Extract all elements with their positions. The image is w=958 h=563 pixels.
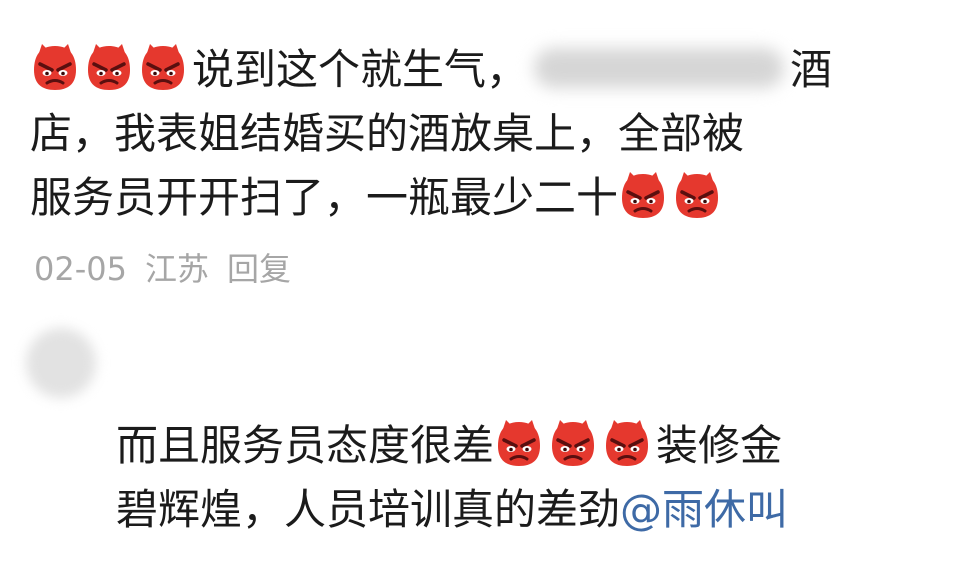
reply-button[interactable]: 回复 bbox=[227, 250, 291, 288]
comment-2-line-2: 碧辉煌，人员培训真的差劲@雨休叫 bbox=[116, 478, 916, 542]
comment-date: 02-05 bbox=[34, 250, 127, 288]
blurred-hotel-name bbox=[534, 48, 785, 88]
user-mention-link[interactable]: @雨休叫 bbox=[620, 485, 788, 534]
comment-1-line-2: 店，我表姐结婚买的酒放桌上，全部被 bbox=[30, 109, 745, 158]
comment-1-meta: 02-05 江苏 回复 bbox=[34, 244, 309, 290]
comment-2-line-1: 而且服务员态度很差 装修金 bbox=[116, 414, 916, 478]
comment-1-line-3: 服务员开开扫了，一瓶最少二十 bbox=[30, 166, 930, 230]
comment-1-line-3-text: 服务员开开扫了，一瓶最少二十 bbox=[30, 173, 619, 222]
comment-2-line-1-before: 而且服务员态度很差 bbox=[116, 421, 495, 470]
comment-2-line-1-after: 装修金 bbox=[656, 421, 783, 470]
comment-2-line-2-text: 碧辉煌，人员培训真的差劲 bbox=[116, 485, 621, 534]
avatar[interactable] bbox=[26, 328, 96, 398]
angry-emoji-icon bbox=[618, 170, 668, 220]
comment-1-line-1-end: 酒 bbox=[790, 45, 833, 94]
angry-emoji-icon bbox=[548, 418, 598, 468]
angry-emoji-icon bbox=[494, 418, 544, 468]
angry-emoji-icon bbox=[84, 42, 134, 92]
angry-emoji-icon bbox=[30, 42, 80, 92]
angry-emoji-icon bbox=[602, 418, 652, 468]
comment-1-body: 说到这个就生气， 酒 店，我表姐结婚买的酒放桌上，全部被 服务员开开扫了，一瓶最少… bbox=[30, 38, 930, 230]
comment-1-line-1: 说到这个就生气， 酒 bbox=[30, 38, 930, 102]
comment-2-body: 而且服务员态度很差 装修金 碧辉煌，人员培训真的差劲@雨休叫 bbox=[116, 414, 916, 542]
angry-emoji-icon bbox=[138, 42, 188, 92]
angry-emoji-icon bbox=[672, 170, 722, 220]
comment-1-line-1-text: 说到这个就生气， bbox=[192, 45, 529, 94]
comment-location: 江苏 bbox=[144, 250, 209, 288]
